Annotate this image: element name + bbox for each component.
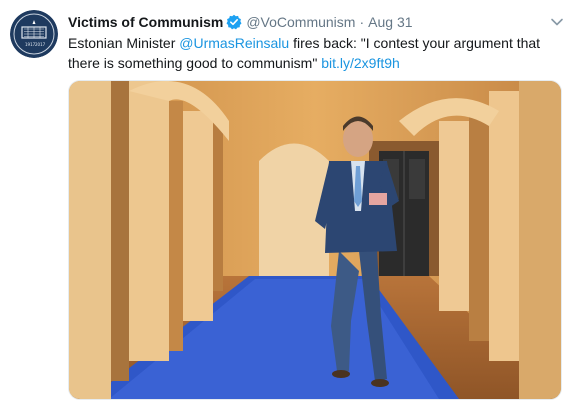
tweet-card[interactable]: 1917 2017 Victims of Communism @VoCommun…: [0, 0, 574, 405]
author-name[interactable]: Victims of Communism: [68, 13, 223, 31]
svg-text:2017: 2017: [35, 42, 46, 47]
verified-badge-icon: [226, 14, 242, 30]
tweet-text: Estonian Minister @UrmasReinsalu fires b…: [68, 33, 558, 73]
header-separator: ·: [359, 14, 365, 30]
chevron-down-icon[interactable]: [550, 14, 564, 26]
tweet-photo[interactable]: [68, 80, 562, 400]
author-handle[interactable]: @VoCommunism: [246, 13, 355, 31]
victims-of-communism-logo: 1917 2017: [10, 10, 58, 58]
profile-avatar[interactable]: 1917 2017: [10, 10, 58, 58]
tweet-text-part: Estonian Minister: [68, 35, 180, 51]
photo-corridor-man-walking: [69, 81, 561, 399]
url-link[interactable]: bit.ly/2x9ft9h: [321, 55, 400, 71]
tweet-header: Victims of Communism @VoCommunism · Aug …: [68, 13, 413, 31]
mention-link[interactable]: @UrmasReinsalu: [179, 35, 289, 51]
tweet-timestamp[interactable]: Aug 31: [368, 13, 412, 31]
